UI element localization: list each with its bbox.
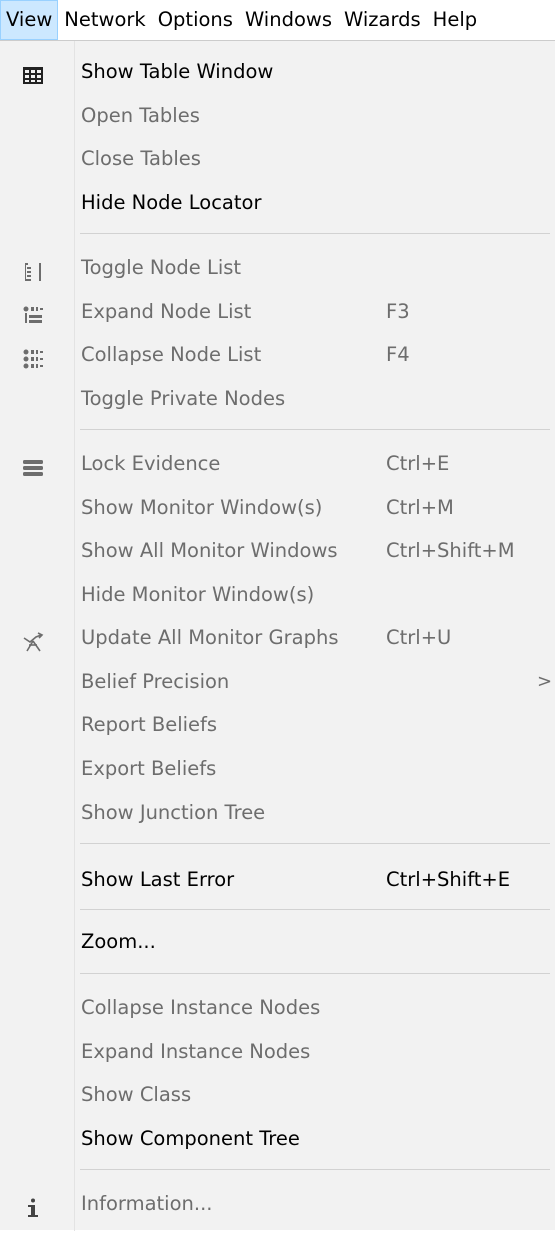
menu-item-label: Zoom...: [81, 930, 156, 953]
update-graphs-icon: [22, 627, 44, 652]
menu-item-label: Report Beliefs: [81, 713, 218, 736]
menu-item-export-beliefs[interactable]: Export Beliefs: [0, 749, 555, 789]
separator: [80, 973, 550, 974]
info-icon: [22, 1193, 44, 1217]
menu-item-label: Show All Monitor Windows: [81, 539, 338, 562]
menu-item-belief-precision[interactable]: Belief Precision >: [0, 662, 555, 702]
menu-item-label: Show Monitor Window(s): [81, 496, 323, 519]
menu-item-label: Show Junction Tree: [81, 801, 266, 824]
menu-item-label: Toggle Private Nodes: [81, 387, 286, 410]
menu-item-shortcut: F4: [386, 343, 410, 366]
menu-item-label: Belief Precision: [81, 670, 230, 693]
menu-item-open-tables[interactable]: Open Tables: [0, 96, 555, 136]
menu-item-label: Show Last Error: [81, 868, 235, 891]
menu-item-label: Collapse Node List: [81, 343, 262, 366]
menu-item-lock-evidence[interactable]: Lock Evidence Ctrl+E: [0, 444, 555, 484]
menu-item-shortcut: Ctrl+U: [386, 626, 452, 649]
separator: [80, 843, 550, 844]
menu-item-toggle-private-nodes[interactable]: Toggle Private Nodes: [0, 379, 555, 419]
separator: [80, 909, 550, 910]
menu-item-shortcut: Ctrl+E: [386, 452, 450, 475]
menu-item-label: Close Tables: [81, 147, 201, 170]
menu-item-update-all-monitor-graphs[interactable]: Update All Monitor Graphs Ctrl+U: [0, 618, 555, 658]
menu-item-shortcut: F3: [386, 300, 410, 323]
menu-item-hide-monitor-windows[interactable]: Hide Monitor Window(s): [0, 575, 555, 615]
menu-item-label: Collapse Instance Nodes: [81, 996, 321, 1019]
menu-view[interactable]: View: [0, 0, 59, 40]
node-list-icon: [22, 257, 44, 281]
menu-item-label: Update All Monitor Graphs: [81, 626, 339, 649]
menu-item-label: Hide Monitor Window(s): [81, 583, 315, 606]
menu-item-label: Expand Node List: [81, 300, 252, 323]
view-dropdown-menu: Show Table Window Open Tables Close Tabl…: [0, 40, 555, 1231]
separator: [80, 233, 550, 234]
separator: [80, 1169, 550, 1170]
table-icon: [22, 61, 44, 84]
menu-item-label: Show Table Window: [81, 60, 274, 83]
menu-item-label: Hide Node Locator: [81, 191, 262, 214]
separator: [80, 429, 550, 430]
menu-item-expand-node-list[interactable]: Expand Node List F3: [0, 292, 555, 332]
menu-item-shortcut: Ctrl+Shift+M: [386, 539, 515, 562]
menu-item-report-beliefs[interactable]: Report Beliefs: [0, 705, 555, 745]
menu-item-label: Show Class: [81, 1083, 192, 1106]
menu-item-show-component-tree[interactable]: Show Component Tree: [0, 1119, 555, 1159]
lock-evidence-icon: [22, 453, 44, 476]
collapse-node-list-icon: [22, 344, 44, 369]
menu-item-label: Toggle Node List: [81, 256, 242, 279]
menu-item-close-tables[interactable]: Close Tables: [0, 139, 555, 179]
menu-item-shortcut: Ctrl+Shift+E: [386, 868, 511, 891]
chevron-right-icon: >: [537, 671, 553, 692]
menu-item-show-class[interactable]: Show Class: [0, 1075, 555, 1115]
menu-item-information[interactable]: Information...: [0, 1184, 555, 1224]
menu-windows[interactable]: Windows: [239, 0, 338, 40]
menu-item-show-last-error[interactable]: Show Last Error Ctrl+Shift+E: [0, 860, 555, 900]
menu-network[interactable]: Network: [58, 0, 151, 40]
menu-item-label: Expand Instance Nodes: [81, 1040, 311, 1063]
menu-item-label: Lock Evidence: [81, 452, 221, 475]
menu-item-hide-node-locator[interactable]: Hide Node Locator: [0, 183, 555, 223]
menu-item-expand-instance-nodes[interactable]: Expand Instance Nodes: [0, 1032, 555, 1072]
menu-item-collapse-instance-nodes[interactable]: Collapse Instance Nodes: [0, 988, 555, 1028]
menu-item-show-table-window[interactable]: Show Table Window: [0, 52, 555, 92]
menu-item-show-junction-tree[interactable]: Show Junction Tree: [0, 793, 555, 833]
menu-item-zoom[interactable]: Zoom...: [0, 922, 555, 962]
menu-bar: View Network Options Windows Wizards Hel…: [0, 0, 555, 40]
menu-item-show-monitor-windows[interactable]: Show Monitor Window(s) Ctrl+M: [0, 488, 555, 528]
menu-item-label: Information...: [81, 1192, 213, 1215]
menu-item-label: Show Component Tree: [81, 1127, 300, 1150]
menu-options[interactable]: Options: [152, 0, 239, 40]
menu-item-label: Open Tables: [81, 104, 200, 127]
menu-help[interactable]: Help: [427, 0, 483, 40]
menu-item-collapse-node-list[interactable]: Collapse Node List F4: [0, 335, 555, 375]
menu-wizards[interactable]: Wizards: [338, 0, 427, 40]
expand-node-list-icon: [22, 301, 44, 323]
menu-item-show-all-monitor-windows[interactable]: Show All Monitor Windows Ctrl+Shift+M: [0, 531, 555, 571]
menu-item-toggle-node-list[interactable]: Toggle Node List: [0, 248, 555, 288]
menu-item-shortcut: Ctrl+M: [386, 496, 454, 519]
menu-item-label: Export Beliefs: [81, 757, 217, 780]
